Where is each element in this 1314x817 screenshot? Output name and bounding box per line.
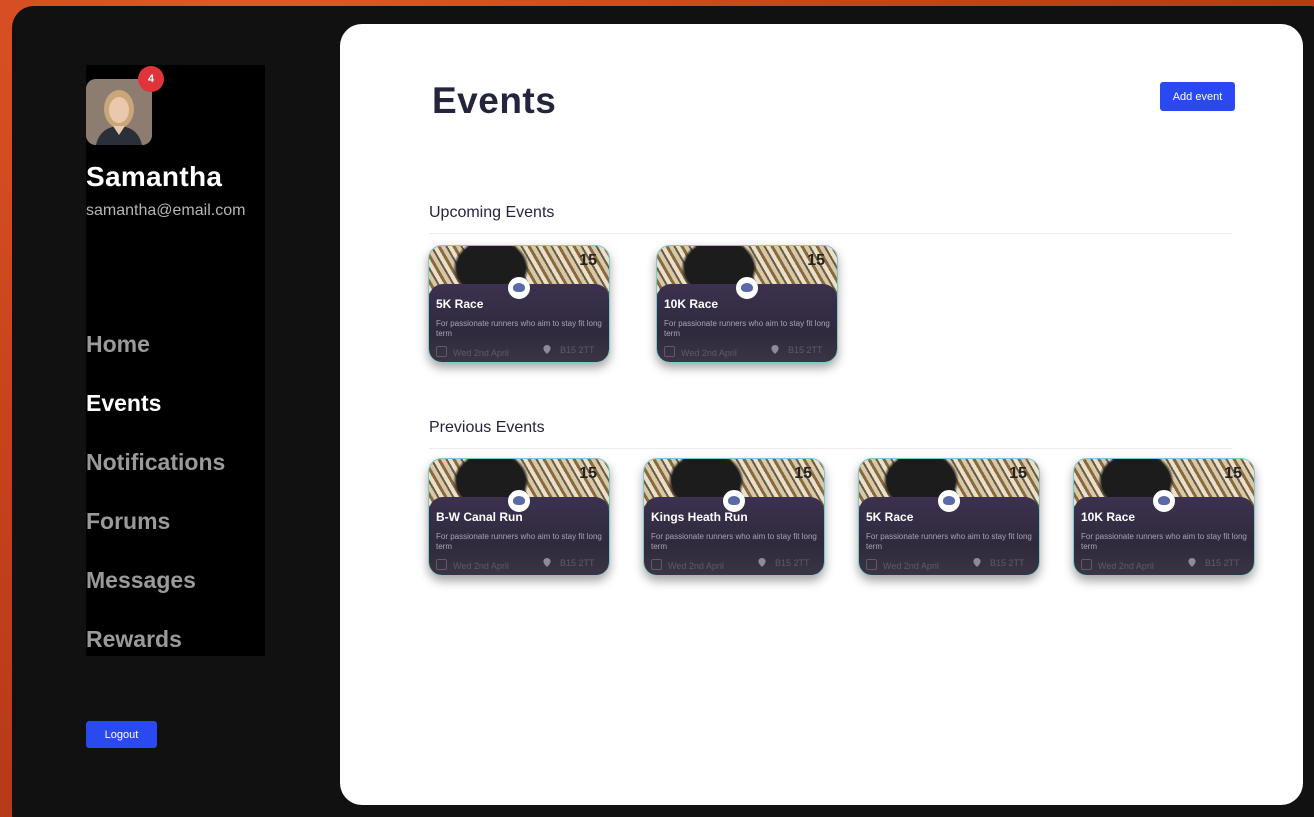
location-pin-icon	[543, 345, 551, 354]
event-card[interactable]: 15 10K Race For passionate runners who a…	[1073, 458, 1255, 576]
avatar-container: 4	[86, 66, 164, 145]
event-title: 10K Race	[1081, 510, 1136, 524]
event-date: Wed 2nd April	[651, 559, 724, 571]
event-date: Wed 2nd April	[866, 559, 939, 571]
club-logo-icon	[508, 277, 530, 299]
upcoming-events-heading: Upcoming Events	[429, 204, 555, 221]
event-day-number: 15	[579, 465, 597, 482]
event-day-number: 15	[807, 252, 825, 269]
sidebar: 4 Samantha samantha@email.com Home Event…	[86, 65, 265, 656]
event-location-row: B15 2TT	[1188, 558, 1240, 568]
event-location-row: B15 2TT	[973, 558, 1025, 568]
event-title: 5K Race	[866, 510, 914, 524]
event-card[interactable]: 15 10K Race For passionate runners who a…	[656, 245, 838, 363]
main-nav: Home Events Notifications Forums Message…	[86, 329, 225, 683]
event-location: B15 2TT	[788, 345, 823, 355]
upcoming-divider	[429, 233, 1232, 234]
club-logo-icon	[723, 490, 745, 512]
event-day-number: 15	[579, 252, 597, 269]
add-event-button[interactable]: Add event	[1160, 82, 1235, 111]
event-day-number: 15	[1224, 465, 1242, 482]
event-card[interactable]: 15 5K Race For passionate runners who ai…	[858, 458, 1040, 576]
event-card[interactable]: 15 B-W Canal Run For passionate runners …	[428, 458, 610, 576]
location-pin-icon	[543, 558, 551, 567]
club-logo-icon	[1153, 490, 1175, 512]
event-card[interactable]: 15 Kings Heath Run For passionate runner…	[643, 458, 825, 576]
event-location: B15 2TT	[1205, 558, 1240, 568]
event-location-row: B15 2TT	[771, 345, 823, 355]
event-date: Wed 2nd April	[1081, 559, 1154, 571]
event-title: Kings Heath Run	[651, 510, 748, 524]
nav-item-forums[interactable]: Forums	[86, 506, 225, 565]
event-day-number: 15	[1009, 465, 1027, 482]
logout-button[interactable]: Logout	[86, 721, 157, 748]
event-description: For passionate runners who aim to stay f…	[436, 532, 602, 551]
location-pin-icon	[758, 558, 766, 567]
location-pin-icon	[1188, 558, 1196, 567]
event-description: For passionate runners who aim to stay f…	[664, 319, 830, 338]
page-title: Events	[432, 80, 557, 121]
club-logo-icon	[736, 277, 758, 299]
club-logo-icon	[508, 490, 530, 512]
event-title: 10K Race	[664, 297, 719, 311]
event-location: B15 2TT	[990, 558, 1025, 568]
event-location-row: B15 2TT	[543, 558, 595, 568]
location-pin-icon	[771, 345, 779, 354]
user-name: Samantha	[86, 161, 223, 192]
event-description: For passionate runners who aim to stay f…	[866, 532, 1032, 551]
event-description: For passionate runners who aim to stay f…	[651, 532, 817, 551]
event-description: For passionate runners who aim to stay f…	[436, 319, 602, 338]
nav-item-notifications[interactable]: Notifications	[86, 447, 225, 506]
event-card[interactable]: 15 5K Race For passionate runners who ai…	[428, 245, 610, 363]
event-location-row: B15 2TT	[543, 345, 595, 355]
location-pin-icon	[973, 558, 981, 567]
previous-divider	[429, 448, 1232, 449]
event-description: For passionate runners who aim to stay f…	[1081, 532, 1247, 551]
previous-events-heading: Previous Events	[429, 419, 545, 436]
event-location: B15 2TT	[775, 558, 810, 568]
user-email: samantha@email.com	[86, 202, 246, 219]
event-location: B15 2TT	[560, 558, 595, 568]
main-panel: Events Add event Upcoming Events Previou…	[340, 24, 1303, 805]
nav-item-rewards[interactable]: Rewards	[86, 624, 225, 683]
event-date: Wed 2nd April	[436, 346, 509, 358]
event-day-number: 15	[794, 465, 812, 482]
nav-item-events[interactable]: Events	[86, 388, 225, 447]
event-location: B15 2TT	[560, 345, 595, 355]
nav-item-messages[interactable]: Messages	[86, 565, 225, 624]
club-logo-icon	[938, 490, 960, 512]
nav-item-home[interactable]: Home	[86, 329, 225, 388]
event-location-row: B15 2TT	[758, 558, 810, 568]
event-title: B-W Canal Run	[436, 510, 523, 524]
event-date: Wed 2nd April	[436, 559, 509, 571]
event-title: 5K Race	[436, 297, 484, 311]
notification-count-badge: 4	[138, 66, 164, 92]
event-date: Wed 2nd April	[664, 346, 737, 358]
